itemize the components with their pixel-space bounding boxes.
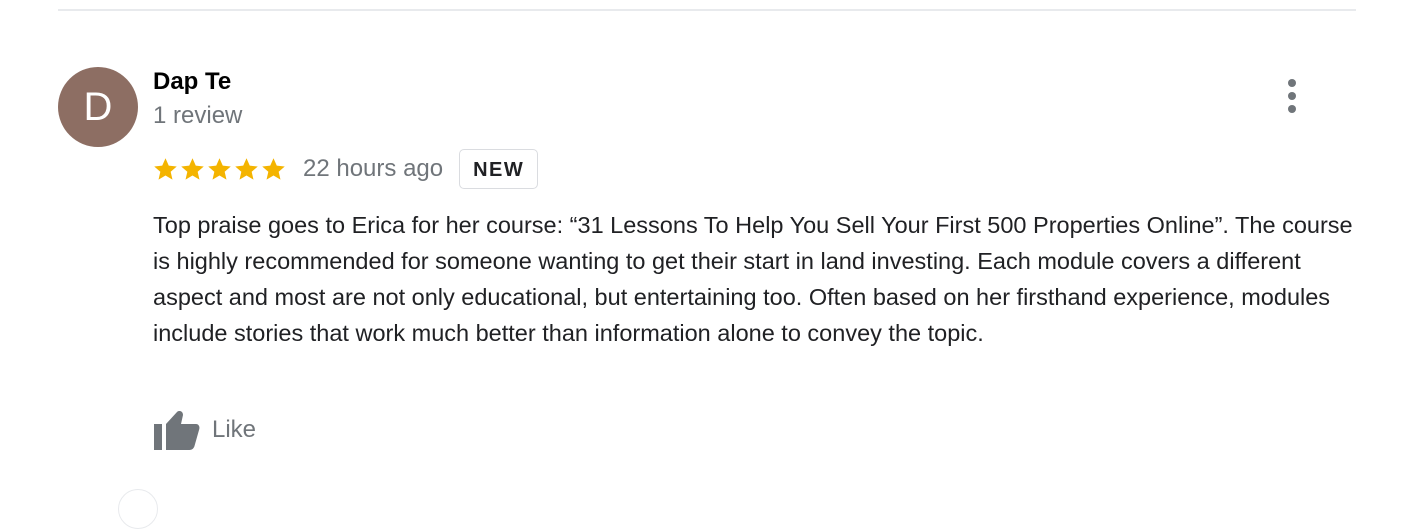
next-review-avatar (118, 489, 158, 529)
author-review-count[interactable]: 1 review (153, 101, 242, 131)
author-name[interactable]: Dap Te (153, 67, 231, 97)
thumbs-up-icon (154, 411, 200, 450)
new-badge: NEW (459, 149, 539, 189)
like-label: Like (212, 416, 257, 443)
like-button[interactable]: Like (152, 408, 256, 452)
star-rating (152, 156, 287, 183)
star-icon (233, 156, 260, 183)
review-time: 22 hours ago (303, 155, 444, 182)
more-vert-icon (1288, 79, 1296, 113)
rating-row: 22 hours ago NEW (152, 148, 539, 190)
star-icon (179, 156, 206, 183)
review-text: Top praise goes to Erica for her course:… (153, 212, 1353, 346)
more-options-button[interactable] (1272, 74, 1312, 118)
top-divider (58, 9, 1356, 11)
star-icon (152, 156, 179, 183)
avatar[interactable]: D (58, 67, 138, 147)
star-icon (206, 156, 233, 183)
star-icon (260, 156, 287, 183)
